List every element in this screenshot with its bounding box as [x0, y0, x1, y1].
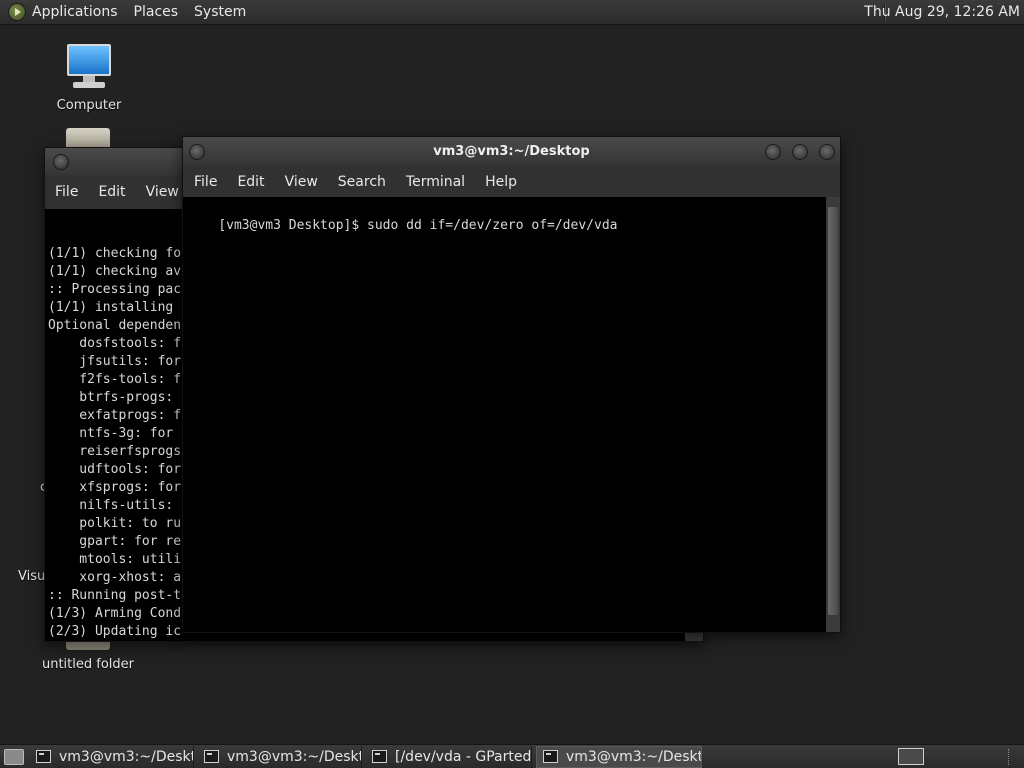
menu-system[interactable]: System	[186, 0, 254, 25]
gparted-icon	[372, 750, 387, 763]
panel-handle[interactable]	[1008, 749, 1018, 765]
workspace-switcher-icon[interactable]	[898, 748, 924, 765]
scrollbar[interactable]	[826, 197, 840, 632]
menu-help[interactable]: Help	[475, 167, 527, 197]
window-titlebar[interactable]: vm3@vm3:~/Desktop	[183, 137, 840, 167]
front-terminal-output[interactable]: [vm3@vm3 Desktop]$ sudo dd if=/dev/zero …	[183, 197, 826, 632]
close-icon[interactable]	[819, 144, 835, 160]
desktop-icon-untitled-folder[interactable]: untitled folder	[38, 657, 138, 672]
minimize-icon[interactable]	[765, 144, 781, 160]
taskbar-item-label: vm3@vm3:~/Desktop	[227, 748, 361, 765]
top-panel: Applications Places System Thu Aug 29, 1…	[0, 0, 1024, 25]
window-title: vm3@vm3:~/Desktop	[433, 144, 590, 159]
terminal-icon	[36, 750, 51, 763]
window-menu-icon[interactable]	[189, 144, 205, 160]
taskbar-item-terminal-1[interactable]: vm3@vm3:~/Desktop	[30, 745, 194, 768]
taskbar-item-label: vm3@vm3:~/Desktop	[59, 748, 193, 765]
window-menubar: File Edit View Search Terminal Help	[183, 167, 840, 197]
taskbar-item-terminal-active[interactable]: vm3@vm3:~/Desktop	[536, 745, 702, 768]
menu-terminal[interactable]: Terminal	[396, 167, 475, 197]
scroll-thumb[interactable]	[828, 207, 838, 615]
taskbar-item-terminal-2[interactable]: vm3@vm3:~/Desktop	[198, 745, 362, 768]
maximize-icon[interactable]	[792, 144, 808, 160]
menu-view[interactable]: View	[275, 167, 328, 197]
folder-icon[interactable]	[66, 128, 110, 148]
menu-search[interactable]: Search	[328, 167, 396, 197]
menu-edit[interactable]: Edit	[88, 177, 135, 207]
terminal-icon	[204, 750, 219, 763]
menu-file[interactable]: File	[45, 177, 88, 207]
computer-icon	[65, 44, 113, 90]
terminal-command-line: [vm3@vm3 Desktop]$ sudo dd if=/dev/zero …	[218, 218, 618, 233]
taskbar-item-label: [/dev/vda - GParted...	[395, 748, 532, 765]
clock[interactable]: Thu Aug 29, 12:26 AM	[864, 0, 1020, 25]
taskbar-item-gparted[interactable]: [/dev/vda - GParted...	[366, 745, 532, 768]
show-desktop-icon[interactable]	[4, 748, 24, 765]
menu-edit[interactable]: Edit	[227, 167, 274, 197]
desktop-icon-computer[interactable]: Computer	[50, 44, 128, 113]
desktop-icon-label: untitled folder	[41, 657, 134, 672]
distro-logo-icon[interactable]	[8, 3, 26, 21]
front-terminal-window[interactable]: vm3@vm3:~/Desktop File Edit View Search …	[182, 136, 841, 633]
bottom-taskbar: vm3@vm3:~/Desktop vm3@vm3:~/Desktop [/de…	[0, 744, 1024, 768]
terminal-icon	[543, 750, 558, 763]
window-menu-icon[interactable]	[53, 154, 69, 170]
taskbar-item-label: vm3@vm3:~/Desktop	[566, 748, 701, 765]
menu-file[interactable]: File	[184, 167, 227, 197]
desktop-icon-label: Computer	[56, 98, 122, 113]
menu-places[interactable]: Places	[126, 0, 187, 25]
menu-applications[interactable]: Applications	[26, 0, 126, 25]
desktop-icon-label-partial: Visu	[18, 569, 46, 584]
menu-view[interactable]: View	[136, 177, 189, 207]
